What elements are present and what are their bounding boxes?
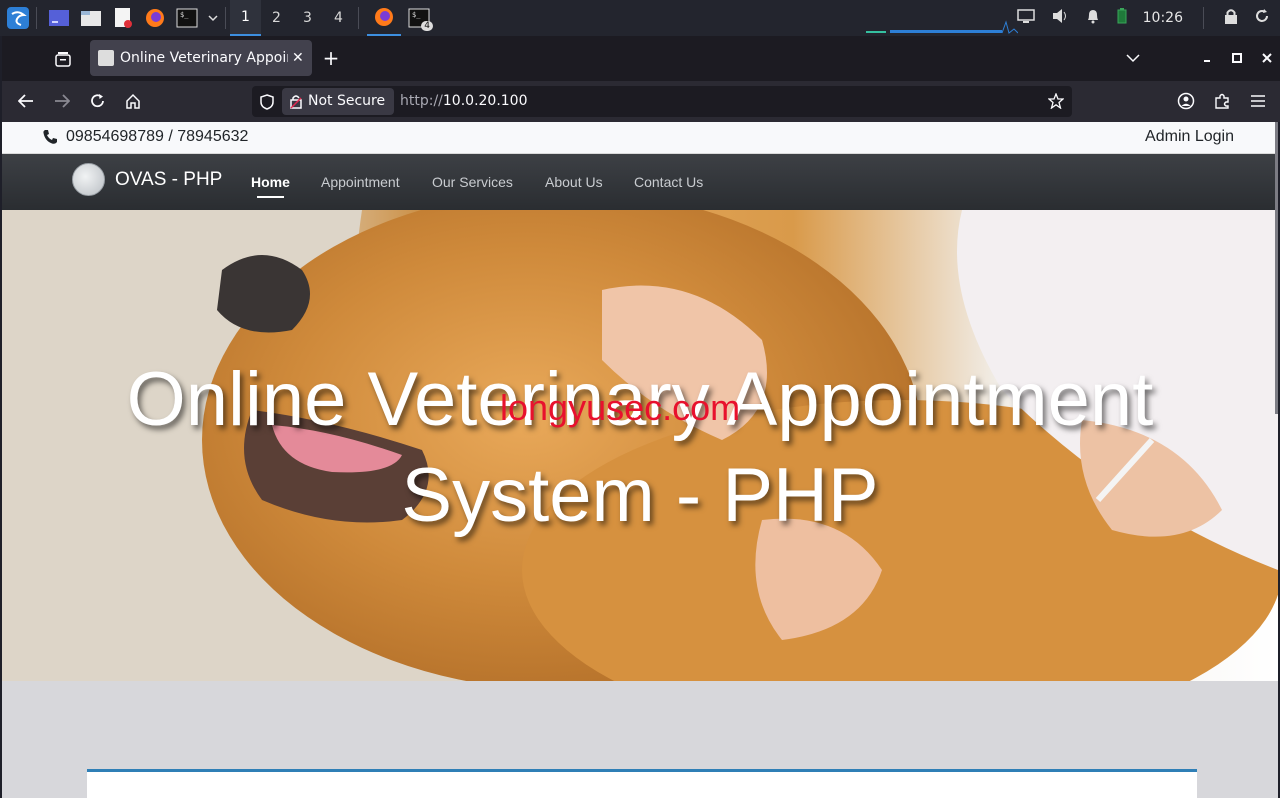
site-topbar: 09854698789 / 78945632 Admin Login — [2, 122, 1278, 154]
display-icon[interactable] — [1016, 9, 1035, 27]
tab-title: Online Veterinary Appointment System - P… — [120, 50, 288, 66]
phone-icon — [43, 130, 57, 144]
phone-contact: 09854698789 / 78945632 — [42, 128, 248, 146]
extensions-icon[interactable] — [1211, 90, 1233, 112]
brand-name: OVAS - PHP — [115, 168, 223, 190]
tab-overview-icon[interactable] — [52, 48, 74, 70]
taskbar-separator — [225, 7, 226, 29]
bookmark-star-icon[interactable] — [1047, 92, 1065, 113]
tab-close-icon[interactable]: ✕ — [292, 50, 304, 66]
kali-menu-icon[interactable] — [4, 4, 32, 32]
minimize-window-icon[interactable] — [1196, 47, 1218, 69]
page-viewport: 09854698789 / 78945632 Admin Login OVAS … — [2, 122, 1278, 798]
nav-our-services[interactable]: Our Services — [432, 174, 513, 190]
brand[interactable]: OVAS - PHP — [72, 163, 222, 196]
page-scrollbar[interactable] — [1275, 122, 1278, 414]
url-bar[interactable]: Not Secure http://10.0.20.100 — [252, 86, 1072, 117]
hero-title-line-2: System - PHP — [401, 453, 879, 538]
browser-tab-bar: Online Veterinary Appointment System - P… — [2, 36, 1280, 81]
account-icon[interactable] — [1175, 90, 1197, 112]
back-arrow-icon[interactable] — [15, 90, 37, 112]
not-secure-badge[interactable]: Not Secure — [282, 88, 395, 115]
nav-about-us[interactable]: About Us — [545, 174, 603, 190]
workspace-4[interactable]: 4 — [323, 0, 354, 36]
new-tab-button[interactable]: + — [320, 46, 342, 70]
nav-appointment[interactable]: Appointment — [321, 174, 400, 190]
content-card — [87, 769, 1197, 798]
browser-toolbar: Not Secure http://10.0.20.100 — [2, 81, 1280, 122]
insecure-lock-icon — [290, 95, 302, 109]
not-secure-label: Not Secure — [308, 93, 386, 109]
firefox-launcher-icon[interactable] — [141, 4, 169, 32]
battery-icon — [1117, 8, 1127, 28]
phone-numbers: 09854698789 / 78945632 — [66, 128, 249, 145]
site-navbar: OVAS - PHP Home Appointment Our Services… — [2, 154, 1278, 210]
network-graph — [866, 20, 1018, 34]
reload-icon[interactable] — [87, 90, 109, 112]
svg-text:$_: $_ — [412, 11, 421, 19]
home-icon[interactable] — [122, 90, 144, 112]
svg-text:$_: $_ — [180, 11, 189, 19]
nav-contact-us[interactable]: Contact Us — [634, 174, 703, 190]
taskbar-separator — [358, 7, 359, 29]
file-manager-icon[interactable] — [77, 4, 105, 32]
brand-logo-icon — [72, 163, 105, 196]
text-editor-icon[interactable] — [109, 4, 137, 32]
site-favicon-icon — [98, 50, 114, 66]
url-host: 10.0.20.100 — [442, 93, 528, 109]
volume-icon[interactable] — [1051, 8, 1069, 28]
url-text[interactable]: http://10.0.20.100 — [400, 86, 528, 117]
watermark-text: longyusec.com — [500, 387, 741, 428]
terminal-count-badge: 4 — [421, 21, 433, 31]
workspace-3[interactable]: 3 — [292, 0, 323, 36]
notification-bell-icon[interactable] — [1085, 8, 1101, 28]
os-taskbar: $_ 1 2 3 4 $_ 4 10:26 — [0, 0, 1280, 36]
taskbar-separator — [1203, 7, 1204, 29]
clock: 10:26 — [1142, 10, 1183, 26]
maximize-window-icon[interactable] — [1226, 47, 1248, 69]
workspace-1[interactable]: 1 — [230, 0, 261, 36]
taskbar-separator — [36, 7, 37, 29]
hero-title: Online Veterinary Appointment System - P… — [2, 352, 1278, 544]
lock-icon[interactable] — [1224, 8, 1238, 28]
desktop-icon[interactable] — [45, 4, 73, 32]
browser-tab-active[interactable]: Online Veterinary Appointment System - P… — [90, 40, 312, 76]
terminal-window-icon[interactable]: $_ 4 — [405, 4, 433, 32]
hero-banner: Online Veterinary Appointment System - P… — [2, 210, 1278, 681]
tracking-shield-icon[interactable] — [260, 94, 274, 114]
url-protocol: http:// — [400, 93, 443, 109]
nav-home[interactable]: Home — [251, 174, 290, 198]
hamburger-menu-icon[interactable] — [1247, 90, 1269, 112]
close-window-icon[interactable] — [1256, 47, 1278, 69]
terminal-launcher-icon[interactable]: $_ — [173, 4, 201, 32]
admin-login-link[interactable]: Admin Login — [1145, 128, 1234, 146]
workspace-2[interactable]: 2 — [261, 0, 292, 36]
power-refresh-icon[interactable] — [1254, 8, 1270, 28]
forward-arrow-icon[interactable] — [51, 90, 73, 112]
tab-list-chevron-icon[interactable] — [1122, 47, 1144, 69]
chevron-down-icon[interactable] — [205, 4, 221, 32]
firefox-window-icon[interactable] — [367, 0, 401, 36]
